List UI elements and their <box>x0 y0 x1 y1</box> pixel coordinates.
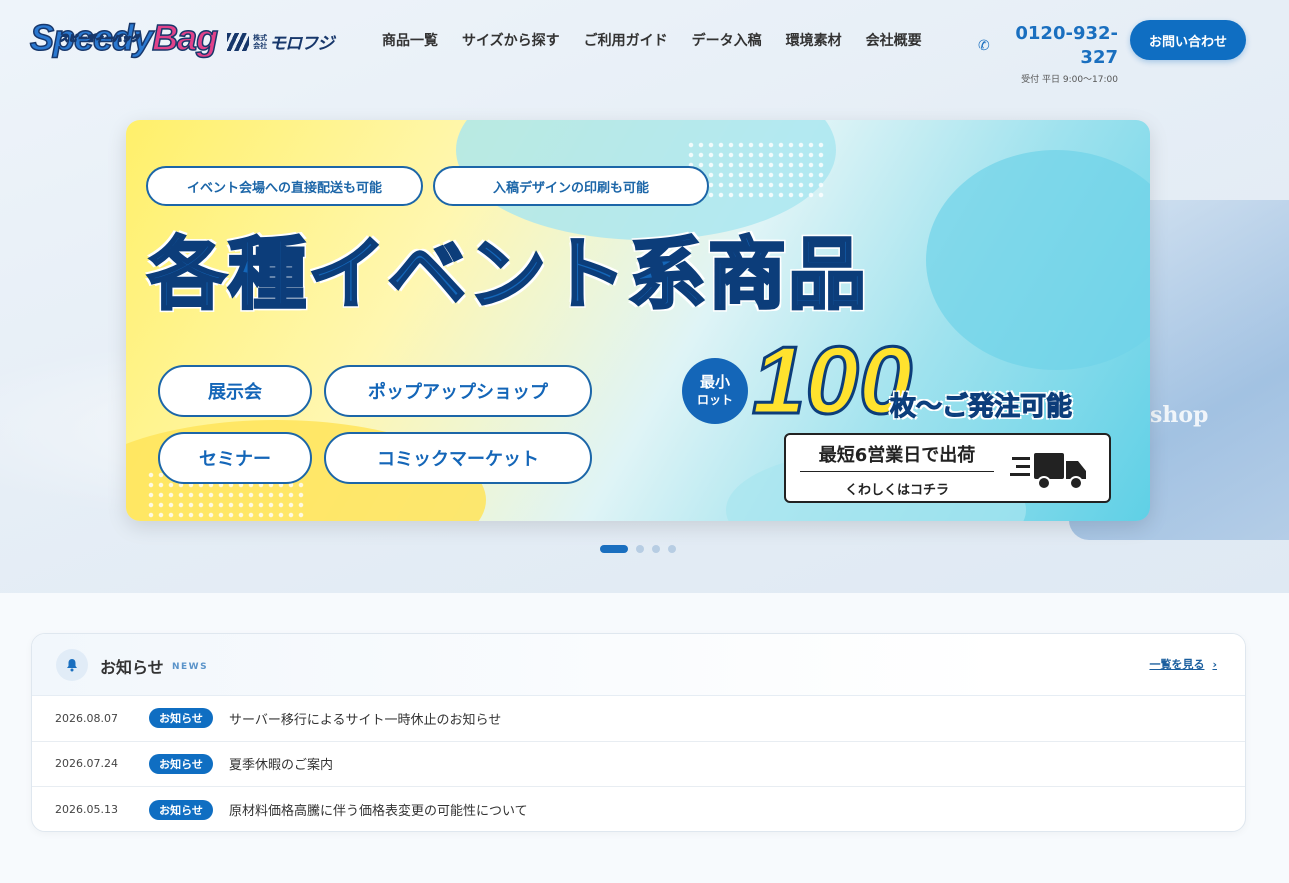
news-headline: サーバー移行によるサイト一時休止のお知らせ <box>229 712 502 728</box>
news-view-all-label: 一覧を見る <box>1149 658 1205 671</box>
bell-icon <box>56 649 88 681</box>
news-category-badge: お知らせ <box>149 753 213 774</box>
news-item[interactable]: 2026.05.13 お知らせ 原材料価格高騰に伴う価格表変更の可能性について <box>32 787 1245 831</box>
logo-wordmark: スピーディーバッグ SpeedyBag <box>29 17 219 59</box>
news-category-badge: お知らせ <box>149 799 213 820</box>
phone-icon: ✆ <box>978 38 990 54</box>
speedybag-logo[interactable]: スピーディーバッグ SpeedyBag 株式会社 モロフジ <box>29 17 334 59</box>
phone-number: 0120-932-327 <box>1015 23 1118 68</box>
news-panel: お知らせ NEWS 一覧を見る › 2026.08.07 お知らせ サーバー移行… <box>31 633 1246 832</box>
logo-part-bag: Bag <box>151 17 219 59</box>
news-date: 2026.05.13 <box>55 803 118 817</box>
hero-banner-slide[interactable]: イベント会場への直接配送も可能 入稿デザインの印刷も可能 各種イベント系商品 展… <box>126 120 1150 521</box>
phone-contact[interactable]: ✆ 0120-932-327 受付 平日 9:00〜17:00 <box>978 22 1118 85</box>
carousel-dot-3[interactable] <box>652 545 660 553</box>
contact-button[interactable]: お問い合わせ <box>1130 20 1246 60</box>
nav-item-size-search[interactable]: サイズから探す <box>450 30 572 52</box>
phone-number-row: ✆ 0120-932-327 <box>978 22 1118 70</box>
banner-pill-exhibition: 展示会 <box>158 365 312 417</box>
nav-item-company[interactable]: 会社概要 <box>854 30 934 52</box>
banner-tag-direct-delivery: イベント会場への直接配送も可能 <box>146 166 423 206</box>
logo-kana: スピーディーバッグ <box>59 33 141 44</box>
corp-name: モロフジ <box>269 34 334 54</box>
nav-item-products[interactable]: 商品一覧 <box>370 30 450 52</box>
banner-pill-seminar: セミナー <box>158 432 312 484</box>
phone-hours: 受付 平日 9:00〜17:00 <box>1021 75 1118 85</box>
min-lot-suffix: 枚〜ご発注可能 <box>889 392 1073 423</box>
min-lot-badge: 最小 ロット <box>682 358 748 424</box>
news-category-badge: お知らせ <box>149 708 213 729</box>
lot-label: ロット <box>696 393 733 407</box>
carousel-indicators <box>600 545 676 553</box>
bag-print-text: shop <box>1150 402 1209 428</box>
carousel-dot-1[interactable] <box>600 545 628 553</box>
truck-icon <box>1010 453 1086 490</box>
news-headline: 夏季休暇のご案内 <box>229 758 334 774</box>
site-header: スピーディーバッグ SpeedyBag 株式会社 モロフジ 商品一覧 サイズから… <box>0 0 1289 85</box>
banner-tag-print-design: 入稿デザインの印刷も可能 <box>433 166 709 206</box>
news-headline: 原材料価格高騰に伴う価格表変更の可能性について <box>229 804 528 820</box>
news-view-all-link[interactable]: 一覧を見る › <box>1149 656 1217 672</box>
carousel-dot-2[interactable] <box>636 545 644 553</box>
morofuji-logo: 株式会社 モロフジ <box>227 29 334 54</box>
banner-headline: 各種イベント系商品 <box>147 229 869 322</box>
nav-item-guide[interactable]: ご利用ガイド <box>572 30 680 52</box>
news-item[interactable]: 2026.08.07 お知らせ サーバー移行によるサイト一時休止のお知らせ <box>32 696 1245 742</box>
banner-pill-popup-shop: ポップアップショップ <box>324 365 592 417</box>
news-date: 2026.08.07 <box>55 711 118 725</box>
nav-item-data-submission[interactable]: データ入稿 <box>680 30 774 52</box>
news-item[interactable]: 2026.07.24 お知らせ 夏季休暇のご案内 <box>32 742 1245 787</box>
news-subtitle: NEWS <box>172 662 209 672</box>
shipping-info-box[interactable]: 最短6営業日で出荷 くわしくはコチラ <box>784 433 1111 503</box>
carousel-dot-4[interactable] <box>668 545 676 553</box>
news-header: お知らせ NEWS 一覧を見る › <box>32 634 1245 696</box>
shipping-details-link: くわしくはコチラ <box>844 483 949 498</box>
global-nav: 商品一覧 サイズから探す ご利用ガイド データ入稿 環境素材 会社概要 <box>370 30 934 52</box>
nav-item-eco-materials[interactable]: 環境素材 <box>774 30 854 52</box>
morofuji-mark-icon <box>227 32 250 51</box>
min-lot-label: 最小 <box>699 373 730 391</box>
banner-pill-comic-market: コミックマーケット <box>324 432 592 484</box>
corp-type: 株式会社 <box>253 33 268 50</box>
shipping-title: 最短6営業日で出荷 <box>800 441 994 472</box>
news-title: お知らせ <box>100 658 164 677</box>
chevron-right-icon: › <box>1212 657 1217 671</box>
news-date: 2026.07.24 <box>55 757 118 771</box>
min-lot-number: 100 <box>750 326 913 436</box>
